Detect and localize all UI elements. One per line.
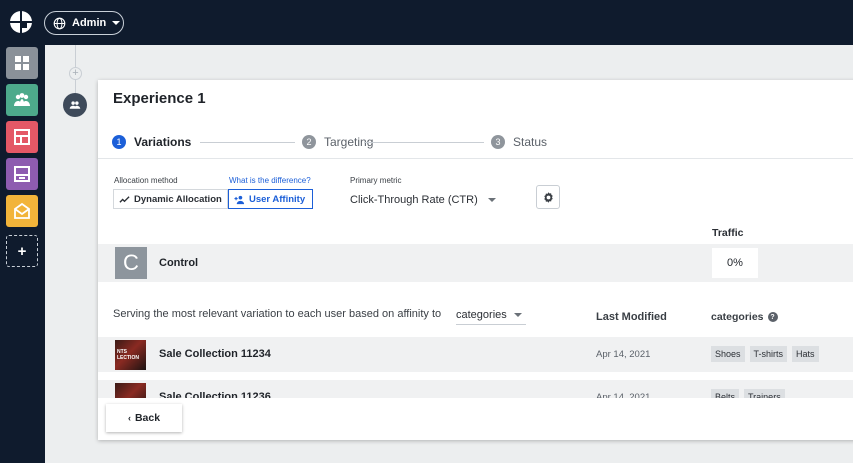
add-node-icon[interactable]: +: [69, 67, 82, 80]
thumbnail-text: NTS LECTION: [117, 349, 139, 361]
last-modified-header: Last Modified: [596, 311, 667, 323]
affinity-category-select[interactable]: categories: [456, 305, 526, 325]
chevron-left-icon: ‹: [127, 413, 131, 423]
experience-title: Experience 1: [113, 90, 206, 107]
category-tag: T-shirts: [749, 346, 788, 362]
step-status[interactable]: 3 Status: [491, 135, 547, 149]
variation-name: Sale Collection 11234: [159, 348, 271, 360]
category-tag: Hats: [792, 346, 819, 362]
settings-button[interactable]: [536, 185, 560, 209]
audience-node[interactable]: [63, 93, 87, 117]
control-avatar: C: [115, 247, 147, 279]
back-label: Back: [134, 412, 161, 424]
layout-icon: [14, 129, 30, 145]
globe-icon: [53, 17, 66, 29]
help-icon[interactable]: ?: [767, 312, 778, 322]
back-button[interactable]: ‹ Back: [106, 404, 182, 432]
step-divider: [200, 142, 295, 143]
control-name: Control: [159, 257, 199, 269]
header-divider: [98, 158, 853, 159]
account-label: Admin: [72, 17, 107, 29]
control-row[interactable]: C Control 0%: [98, 244, 853, 282]
rail-email[interactable]: [6, 195, 38, 227]
people-icon: [14, 93, 30, 106]
trend-icon: [119, 195, 130, 203]
rail-templates[interactable]: [6, 158, 38, 190]
grid-icon: [15, 56, 29, 70]
primary-metric-select[interactable]: Click-Through Rate (CTR): [350, 190, 500, 210]
step-targeting[interactable]: 2 Targeting: [302, 135, 373, 149]
top-bar: Admin: [0, 0, 853, 45]
allocation-method-label: Allocation method: [114, 176, 178, 185]
difference-link[interactable]: What is the difference?: [229, 176, 311, 185]
left-rail: +: [0, 45, 45, 463]
step-label: Status: [513, 135, 548, 149]
categories-header-label: categories: [711, 311, 764, 323]
category-tag: Shoes: [711, 346, 745, 362]
caret-down-icon: [487, 198, 496, 202]
experience-panel: Experience 1 1 Variations 2 Targeting 3 …: [98, 80, 853, 440]
caret-down-icon: [513, 312, 522, 317]
rail-audiences[interactable]: [6, 84, 38, 116]
rail-add-button[interactable]: +: [6, 235, 38, 267]
affinity-description: Serving the most relevant variation to e…: [113, 308, 442, 320]
dynamic-allocation-button[interactable]: Dynamic Allocation: [113, 189, 228, 209]
step-number: 3: [491, 135, 505, 149]
step-number: 1: [112, 135, 126, 149]
gear-icon: [543, 191, 553, 203]
rail-web-layouts[interactable]: [6, 121, 38, 153]
step-divider: [364, 142, 484, 143]
variation-tags: Shoes T-shirts Hats: [711, 346, 824, 362]
account-switcher-button[interactable]: Admin: [44, 11, 124, 35]
primary-metric-value: Click-Through Rate (CTR): [350, 194, 478, 206]
affinity-select-value: categories: [456, 308, 507, 321]
user-affinity-label: User Affinity: [249, 193, 306, 205]
dynamic-allocation-label: Dynamic Allocation: [134, 193, 222, 205]
variation-date: Apr 14, 2021: [596, 349, 651, 360]
variation-thumbnail: NTS LECTION: [115, 340, 146, 370]
rail-dashboard[interactable]: [6, 47, 38, 79]
traffic-header: Traffic: [712, 227, 744, 239]
step-number: 2: [302, 135, 316, 149]
logo-icon[interactable]: [9, 10, 33, 34]
categories-header: categories ?: [711, 311, 778, 323]
step-variations[interactable]: 1 Variations: [112, 135, 191, 149]
user-affinity-button[interactable]: User Affinity: [228, 189, 313, 209]
template-icon: [14, 166, 30, 182]
primary-metric-label: Primary metric: [350, 176, 402, 185]
step-label: Variations: [134, 135, 192, 149]
panel-footer: ‹ Back: [98, 398, 853, 440]
users-icon: [69, 101, 81, 109]
variation-row[interactable]: NTS LECTION Sale Collection 11234 Apr 14…: [98, 337, 853, 372]
user-add-icon: [234, 195, 245, 204]
stepper: 1 Variations 2 Targeting 3 Status: [112, 135, 572, 151]
envelope-icon: [14, 202, 30, 219]
caret-down-icon: [112, 21, 121, 25]
control-traffic-input[interactable]: 0%: [712, 248, 758, 278]
